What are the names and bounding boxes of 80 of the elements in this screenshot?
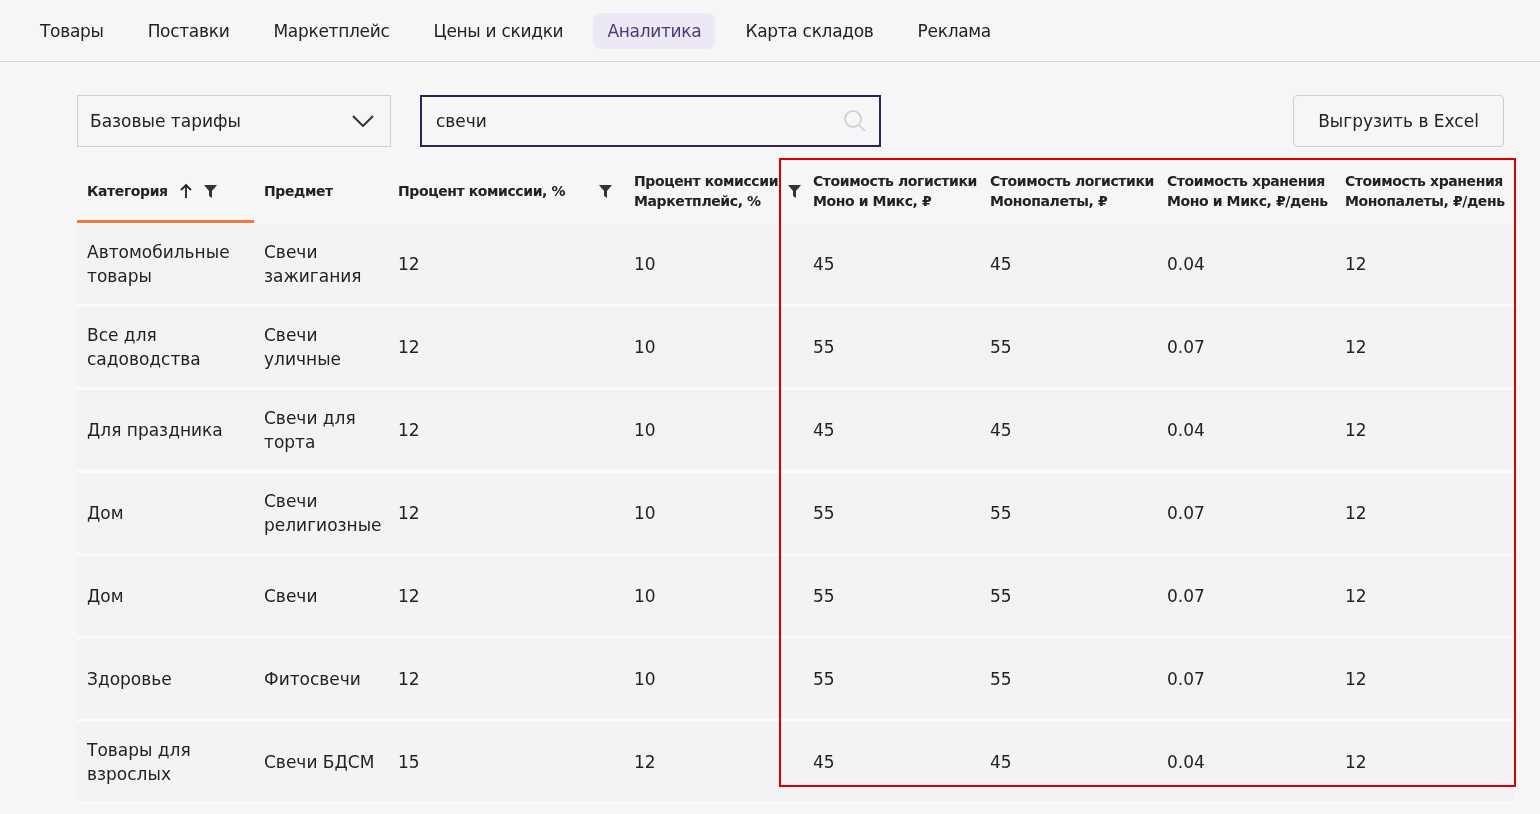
table-cell-text: Свечи БДСМ xyxy=(264,751,375,774)
table-cell-text: 55 xyxy=(990,502,1012,525)
search-icon xyxy=(843,109,867,133)
table-cell-text: Дом xyxy=(87,585,124,608)
table-cell-text: Свечи xyxy=(264,585,318,608)
table-cell-text: 12 xyxy=(398,502,420,525)
table-cell-text: 45 xyxy=(990,253,1012,276)
nav-tab[interactable]: Реклама xyxy=(903,12,1005,49)
table-cell-text: 0.07 xyxy=(1167,585,1205,608)
table-cell-text: 12 xyxy=(398,253,420,276)
table-cell-text: 15 xyxy=(398,751,420,774)
table-cell-text: 0.07 xyxy=(1167,502,1205,525)
table-cell-text: 12 xyxy=(1345,253,1367,276)
table-cell-text: 0.07 xyxy=(1167,668,1205,691)
table-cell-text: Свечи для торта xyxy=(264,407,357,454)
table-cell-text: 12 xyxy=(634,751,656,774)
table-cell-text: Свечи уличные xyxy=(264,324,342,371)
chevron-down-icon xyxy=(352,115,374,127)
table-cell-text: Все для садоводства xyxy=(87,324,202,371)
nav-tab[interactable]: Поставки xyxy=(133,12,244,49)
table-cell-text: 12 xyxy=(398,419,420,442)
column-header[interactable]: Процент комиссии Маркетплейс, % xyxy=(634,171,784,211)
table-cell-text: 12 xyxy=(398,668,420,691)
table-cell-text: 45 xyxy=(990,419,1012,442)
table-cell-text: 0.04 xyxy=(1167,253,1205,276)
table-cell-text: 55 xyxy=(990,336,1012,359)
column-header[interactable]: Стоимость логистики Моно и Микс, ₽ xyxy=(813,171,978,211)
table-cell-text: 12 xyxy=(1345,502,1367,525)
table-cell-text: 12 xyxy=(1345,751,1367,774)
table-cell-text: 45 xyxy=(813,751,835,774)
table-cell-text: Здоровье xyxy=(87,668,172,691)
table-cell-text: Фитосвечи xyxy=(264,668,361,691)
table-cell-text: 10 xyxy=(634,253,656,276)
table-cell-text: 12 xyxy=(1345,336,1367,359)
table-cell-text: Автомобильные товары xyxy=(87,241,231,288)
sort-arrow-icon[interactable] xyxy=(179,183,192,199)
table-cell-text: 12 xyxy=(398,336,420,359)
column-header[interactable]: Предмет xyxy=(264,181,333,201)
table-cell-text: 10 xyxy=(634,419,656,442)
filter-icon[interactable] xyxy=(203,184,217,198)
table-cell-text: 55 xyxy=(813,585,835,608)
nav-tab[interactable]: Карта складов xyxy=(731,12,888,49)
column-header[interactable]: Стоимость хранения Моно и Микс, ₽/день xyxy=(1167,171,1332,211)
filter-icon[interactable] xyxy=(599,184,612,198)
column-header[interactable]: Процент комиссии, % xyxy=(398,181,566,201)
column-header[interactable]: Стоимость хранения Монопалеты, ₽/день xyxy=(1345,171,1510,211)
table-cell-text: 0.04 xyxy=(1167,419,1205,442)
table-cell-text: Свечи зажигания xyxy=(264,241,363,288)
search-field[interactable]: свечи xyxy=(420,95,881,147)
table-cell-text: 0.07 xyxy=(1167,336,1205,359)
table-cell-text: 10 xyxy=(634,502,656,525)
table-cell-text: Дом xyxy=(87,502,124,525)
nav-tab[interactable]: Товары xyxy=(26,12,118,49)
column-header[interactable]: Стоимость логистики Монопалеты, ₽ xyxy=(990,171,1155,211)
table-cell-text: 12 xyxy=(398,585,420,608)
column-header[interactable]: Категория xyxy=(87,181,168,201)
filter-icon[interactable] xyxy=(788,184,801,198)
table-cell-text: 55 xyxy=(990,585,1012,608)
table-cell-text: 45 xyxy=(813,253,835,276)
nav-tab[interactable]: Аналитика xyxy=(593,12,716,49)
table-cell-text: 45 xyxy=(813,419,835,442)
nav-tab[interactable]: Маркетплейс xyxy=(259,12,404,49)
table-cell-text: 55 xyxy=(990,668,1012,691)
table-cell-text: 55 xyxy=(813,668,835,691)
table-cell-text: Товары для взрослых xyxy=(87,739,192,786)
table-cell-text: 55 xyxy=(813,502,835,525)
table-cell-text: 12 xyxy=(1345,668,1367,691)
table-cell-text: 12 xyxy=(1345,585,1367,608)
table-cell-text: 10 xyxy=(634,668,656,691)
table-cell-text: 10 xyxy=(634,336,656,359)
table-cell-text: 10 xyxy=(634,585,656,608)
table-cell-text: 45 xyxy=(990,751,1012,774)
nav-tab[interactable]: Цены и скидки xyxy=(419,12,578,49)
table-cell-text: 12 xyxy=(1345,419,1367,442)
tariff-dropdown[interactable]: Базовые тарифы xyxy=(77,95,391,147)
table-cell-text: Свечи религиозные xyxy=(264,490,382,537)
table-cell-text: 55 xyxy=(813,336,835,359)
export-button[interactable]: Выгрузить в Excel xyxy=(1293,95,1504,147)
table-cell-text: Для праздника xyxy=(87,419,223,442)
table-cell-text: 0.04 xyxy=(1167,751,1205,774)
